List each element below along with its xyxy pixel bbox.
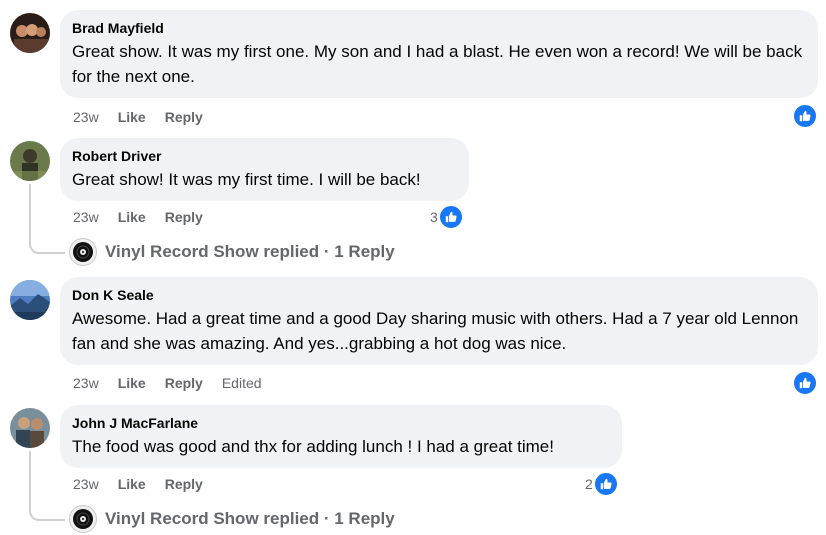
vinyl-record-icon <box>69 505 97 533</box>
comment-bubble: John J MacFarlane The food was good and … <box>60 405 622 468</box>
reaction-summary[interactable]: 3 <box>430 205 463 229</box>
reply-button[interactable]: Reply <box>165 207 203 227</box>
edited-label: Edited <box>221 375 262 391</box>
comment-actions: 23w Like Reply <box>73 207 222 227</box>
comment-author[interactable]: John J MacFarlane <box>72 414 610 432</box>
reply-thread-line <box>29 451 65 521</box>
like-button[interactable]: Like <box>118 474 146 494</box>
view-replies-link[interactable]: Vinyl Record Show replied · 1 Reply <box>69 238 395 266</box>
comment-actions: 23w Like Reply <box>73 474 222 494</box>
view-replies-link[interactable]: Vinyl Record Show replied · 1 Reply <box>69 505 395 533</box>
replied-label[interactable]: Vinyl Record Show replied · 1 Reply <box>105 509 395 529</box>
comment-text: The food was good and thx for adding lun… <box>72 437 554 456</box>
replied-label[interactable]: Vinyl Record Show replied · 1 Reply <box>105 242 395 262</box>
comment-timestamp[interactable]: 23w <box>73 207 99 227</box>
comment-actions: 23w Like Reply Edited <box>73 373 281 393</box>
reply-button[interactable]: Reply <box>165 373 203 393</box>
comment-author[interactable]: Robert Driver <box>72 147 457 165</box>
reaction-count: 3 <box>430 209 438 225</box>
reply-button[interactable]: Reply <box>165 107 203 127</box>
like-icon <box>438 205 463 229</box>
reaction-summary[interactable] <box>792 371 817 395</box>
comment-bubble: Brad Mayfield Great show. It was my firs… <box>60 10 818 98</box>
avatar-don-k-seale[interactable] <box>10 280 50 320</box>
comment-author[interactable]: Brad Mayfield <box>72 19 806 37</box>
like-icon <box>793 371 817 395</box>
reply-button[interactable]: Reply <box>165 474 203 494</box>
reaction-count: 2 <box>585 476 593 492</box>
vinyl-record-icon <box>69 238 97 266</box>
like-button[interactable]: Like <box>118 373 146 393</box>
comment-actions: 23w Like Reply <box>73 107 222 127</box>
comment-text: Great show. It was my first one. My son … <box>72 42 803 86</box>
comment-author[interactable]: Don K Seale <box>72 286 806 304</box>
comment-text: Great show! It was my first time. I will… <box>72 170 421 189</box>
reaction-summary[interactable]: 2 <box>585 472 618 496</box>
comment-text: Awesome. Had a great time and a good Day… <box>72 309 799 353</box>
comment-timestamp[interactable]: 23w <box>73 373 99 393</box>
comment-bubble: Don K Seale Awesome. Had a great time an… <box>60 277 818 365</box>
comment-bubble: Robert Driver Great show! It was my firs… <box>60 138 469 201</box>
comment-timestamp[interactable]: 23w <box>73 107 99 127</box>
reaction-summary[interactable] <box>792 104 817 128</box>
avatar-robert-driver[interactable] <box>10 141 50 181</box>
reply-thread-line <box>29 184 65 254</box>
avatar-john-j-macfarlane[interactable] <box>10 408 50 448</box>
comment-timestamp[interactable]: 23w <box>73 474 99 494</box>
like-icon <box>593 472 618 496</box>
like-button[interactable]: Like <box>118 207 146 227</box>
like-button[interactable]: Like <box>118 107 146 127</box>
like-icon <box>793 104 817 128</box>
avatar-brad-mayfield[interactable] <box>10 13 50 53</box>
